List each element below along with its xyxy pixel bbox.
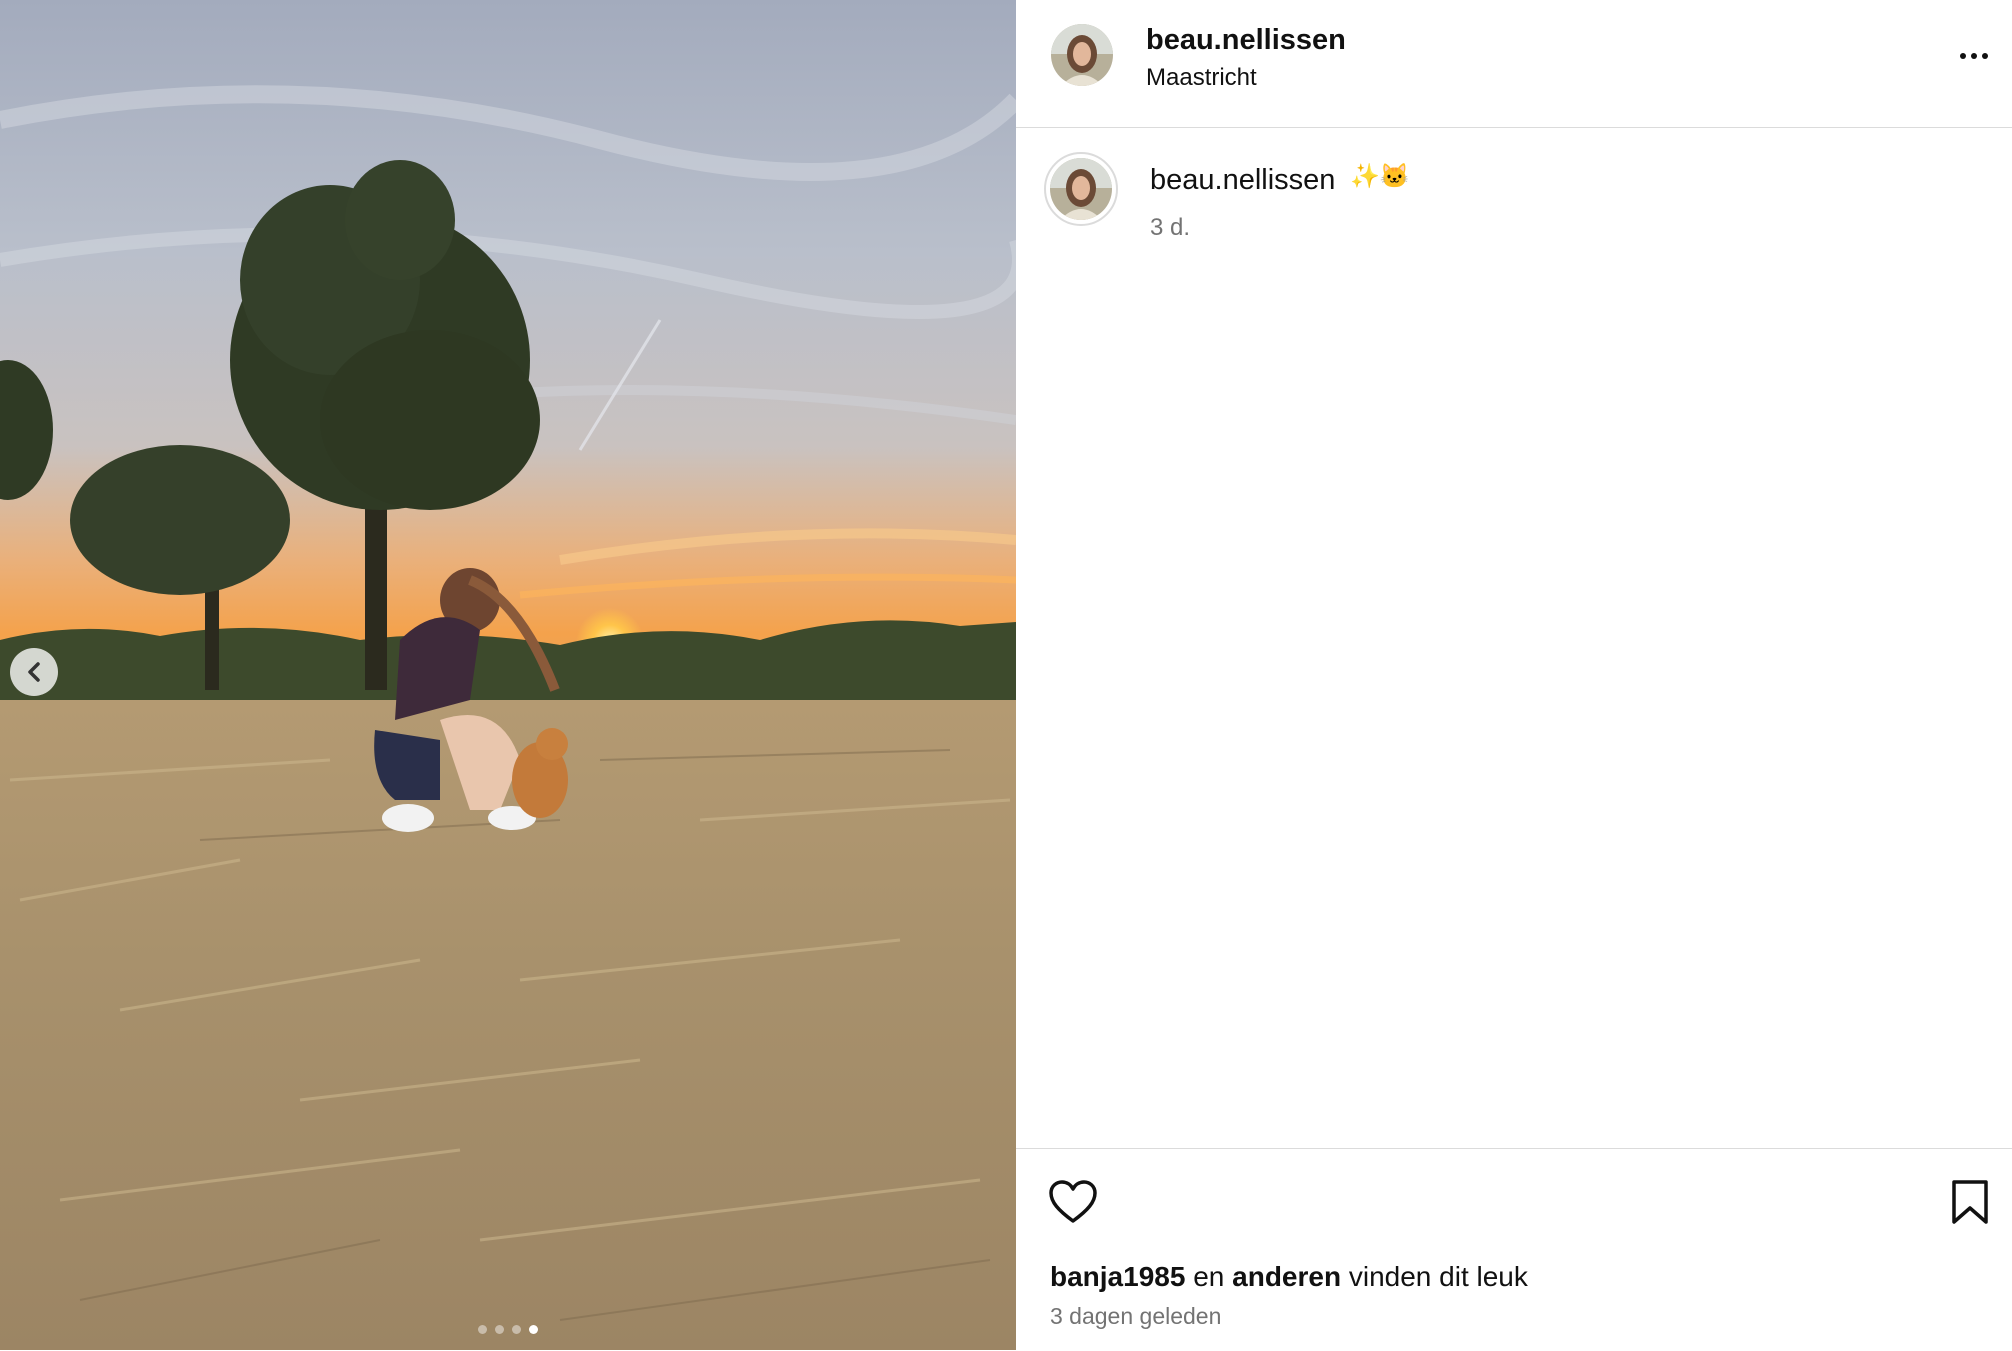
likes-suffix: vinden dit leuk xyxy=(1348,1261,1528,1292)
post-author-username[interactable]: beau.nellissen xyxy=(1146,24,1346,57)
likes-others-link[interactable]: anderen xyxy=(1232,1261,1341,1292)
more-options-icon xyxy=(1971,53,1977,59)
more-options-button[interactable] xyxy=(1954,44,1994,68)
carousel-dot xyxy=(478,1325,487,1334)
post-location[interactable]: Maastricht xyxy=(1146,64,1257,92)
liker-username[interactable]: banja1985 xyxy=(1050,1261,1185,1292)
bookmark-icon xyxy=(1952,1180,1988,1224)
more-options-icon xyxy=(1982,53,1988,59)
avatar[interactable] xyxy=(1051,24,1113,86)
profile-photo xyxy=(1050,158,1112,220)
carousel-dot xyxy=(512,1325,521,1334)
save-button[interactable] xyxy=(1948,1179,1992,1225)
like-button[interactable] xyxy=(1048,1179,1098,1225)
carousel-indicators xyxy=(0,1325,1016,1334)
caption-avatar[interactable] xyxy=(1044,152,1118,226)
post-header: beau.nellissen Maastricht xyxy=(1016,0,2012,128)
profile-photo xyxy=(1051,24,1113,86)
heart-icon xyxy=(1049,1180,1097,1223)
sunset-field-image xyxy=(0,0,1016,1350)
caption-username[interactable]: beau.nellissen xyxy=(1150,164,1335,197)
likes-summary: banja1985 en anderen vinden dit leuk xyxy=(1050,1261,1528,1293)
post-actions-footer: banja1985 en anderen vinden dit leuk 3 d… xyxy=(1016,1148,2012,1351)
carousel-dot xyxy=(495,1325,504,1334)
post-photo xyxy=(0,0,1016,1350)
chevron-left-icon xyxy=(28,662,40,682)
caption-text: ✨🐱 xyxy=(1350,163,1410,190)
post-age[interactable]: 3 dagen geleden xyxy=(1050,1303,1221,1330)
likes-connector: en xyxy=(1193,1261,1225,1292)
caption-timestamp[interactable]: 3 d. xyxy=(1150,214,1190,242)
post-side-panel: beau.nellissen Maastricht beau.nellissen… xyxy=(1016,0,2012,1350)
previous-slide-button[interactable] xyxy=(10,648,58,696)
carousel-dot-active xyxy=(529,1325,538,1334)
more-options-icon xyxy=(1960,53,1966,59)
